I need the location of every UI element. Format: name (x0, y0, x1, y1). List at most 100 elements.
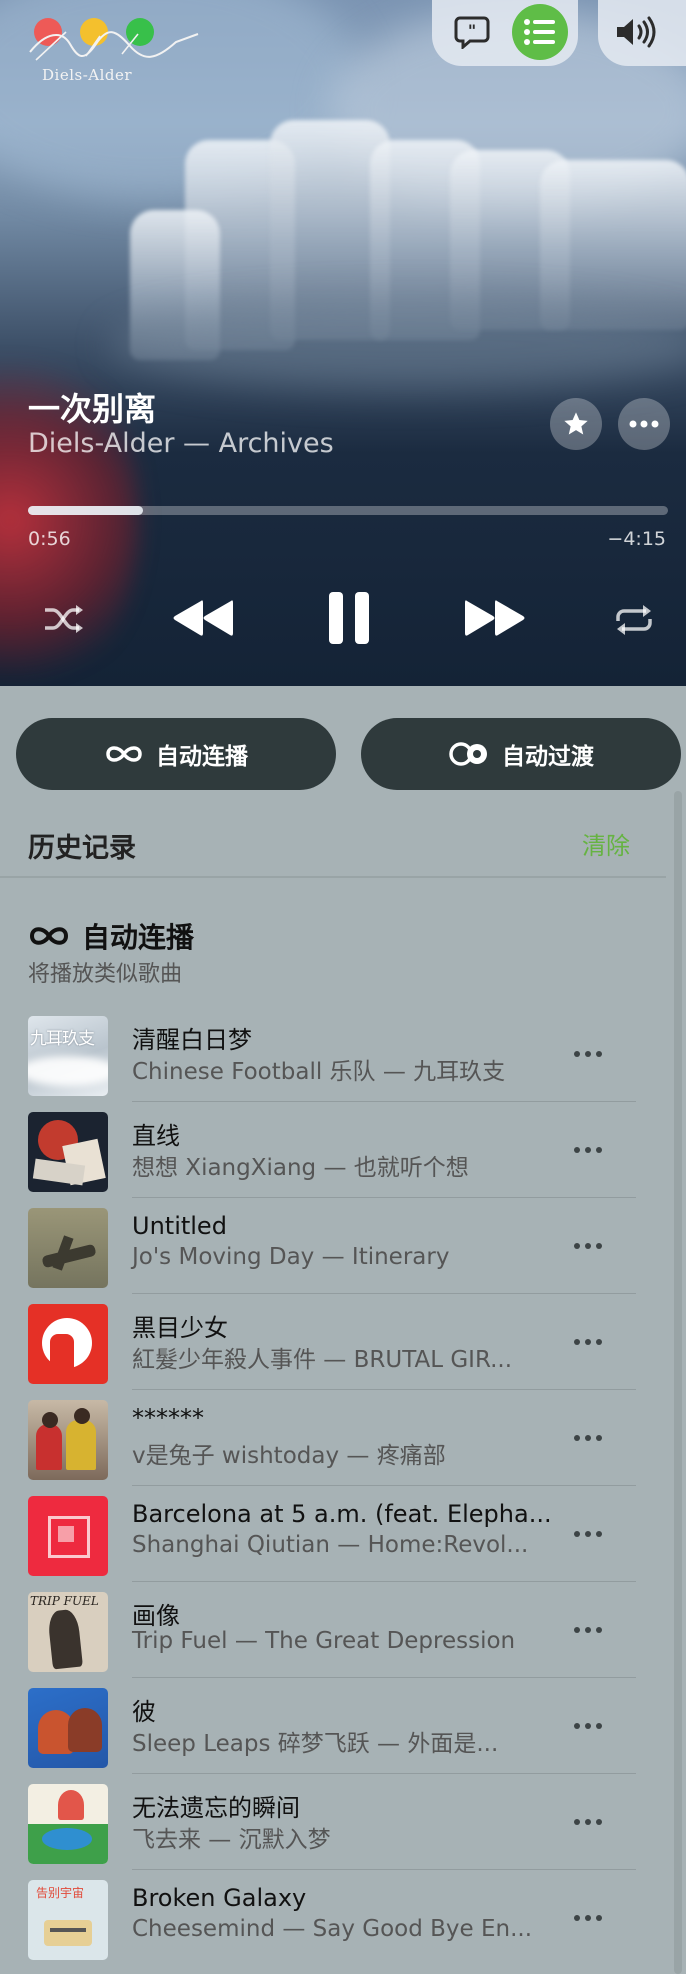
pause-icon (329, 592, 369, 644)
crossfade-toggle-button[interactable]: 自动过渡 (361, 718, 681, 790)
queue-row[interactable]: 无法遗忘的瞬间 飞去来 — 沉默入梦 (0, 1774, 686, 1870)
autoplay-section-title: 自动连播 (82, 921, 195, 954)
lyrics-bubble-icon: " (454, 16, 490, 49)
ellipsis-icon (574, 1339, 602, 1345)
track-artist-album: 飞去来 — 沉默入梦 (132, 1827, 331, 1853)
track-title: 画像 (132, 1602, 180, 1630)
track-more-button[interactable] (566, 1322, 610, 1362)
repeat-button[interactable] (606, 596, 662, 644)
track-artist-album: Jo's Moving Day — Itinerary (132, 1244, 450, 1270)
queue-row[interactable]: TRIP FUEL 画像 Trip Fuel — The Great Depre… (0, 1582, 686, 1678)
song-artist-album[interactable]: Diels-Alder — Archives (28, 428, 334, 459)
queue-row[interactable]: Barcelona at 5 a.m. (feat. Elepha... Sha… (0, 1486, 686, 1582)
ellipsis-icon (574, 1243, 602, 1249)
queue-button[interactable] (512, 4, 568, 60)
shuffle-button[interactable] (36, 594, 92, 644)
queue-row[interactable]: Untitled Jo's Moving Day — Itinerary (0, 1198, 686, 1294)
track-artist-album: Shanghai Qiutian — Home:Revol... (132, 1532, 529, 1558)
history-divider (0, 876, 666, 878)
track-artist-album: Cheesemind — Say Good Bye En... (132, 1916, 533, 1942)
album-thumbnail (28, 1304, 108, 1384)
toolbar-pill-right (598, 0, 686, 66)
album-thumbnail (28, 1208, 108, 1288)
queue-row[interactable]: 直线 想想 XiangXiang — 也就听个想 (0, 1102, 686, 1198)
track-title: 彼 (132, 1698, 156, 1726)
track-artist-album: 想想 XiangXiang — 也就听个想 (132, 1155, 469, 1181)
track-title: 清醒白日梦 (132, 1026, 252, 1054)
track-title: Untitled (132, 1212, 227, 1240)
previous-button[interactable] (166, 590, 238, 646)
clear-history-button[interactable]: 清除 (582, 826, 630, 861)
more-button[interactable] (618, 398, 670, 450)
forward-icon (465, 600, 525, 636)
track-more-button[interactable] (566, 1226, 610, 1266)
shuffle-icon (45, 605, 83, 633)
volume-button[interactable] (608, 4, 664, 60)
history-heading: 历史记录 (28, 833, 136, 864)
album-thumbnail: 九耳玖支 (28, 1016, 108, 1096)
queue-row[interactable]: 告别宇宙 Broken Galaxy Cheesemind — Say Good… (0, 1870, 686, 1966)
track-title: Barcelona at 5 a.m. (feat. Elepha... (132, 1500, 552, 1528)
ellipsis-icon (574, 1051, 602, 1057)
crossfade-icon (449, 742, 487, 766)
album-thumbnail (28, 1688, 108, 1768)
track-more-button[interactable] (566, 1802, 610, 1842)
backward-icon (173, 600, 233, 636)
track-more-button[interactable] (566, 1610, 610, 1650)
track-more-button[interactable] (566, 1898, 610, 1938)
ellipsis-icon (574, 1627, 602, 1633)
art-text: 九耳玖支 (30, 1029, 95, 1049)
song-title: 一次别离 (28, 390, 157, 428)
star-icon (564, 412, 588, 435)
ellipsis-icon (574, 1147, 602, 1153)
lyrics-button[interactable]: " (444, 4, 500, 60)
track-title: 黒目少女 (132, 1314, 228, 1342)
toolbar-pill-left: " (432, 0, 578, 66)
list-icon (524, 19, 555, 45)
elapsed-time: 0:56 (28, 528, 71, 550)
track-title: 无法遗忘的瞬间 (132, 1794, 300, 1822)
album-logo-scribble (29, 31, 199, 61)
svg-text:": " (468, 21, 476, 40)
ellipsis-icon (574, 1723, 602, 1729)
now-playing-panel: Diels-Alder " 一次别离 Diels-Alder — Archive… (0, 0, 686, 686)
track-artist-album: 紅髮少年殺人事件 — BRUTAL GIR... (132, 1347, 513, 1373)
autoplay-section-heading: 自动连播 (28, 916, 194, 956)
playback-progress-bar[interactable] (28, 506, 668, 515)
track-artist-album: Chinese Football 乐队 — 九耳玖支 (132, 1059, 506, 1085)
queue-row[interactable]: 黒目少女 紅髮少年殺人事件 — BRUTAL GIR... (0, 1294, 686, 1390)
track-more-button[interactable] (566, 1130, 610, 1170)
remaining-time: −4:15 (607, 528, 666, 550)
playback-progress-fill (28, 506, 144, 515)
favorite-button[interactable] (550, 398, 602, 450)
repeat-icon (616, 605, 652, 635)
queue-row[interactable]: ****** v是兔子 wishtoday — 疼痛部 (0, 1390, 686, 1486)
art-text: TRIP FUEL (30, 1594, 99, 1608)
track-more-button[interactable] (566, 1514, 610, 1554)
track-title: ****** (132, 1404, 204, 1432)
ellipsis-icon (574, 1435, 602, 1441)
track-more-button[interactable] (566, 1706, 610, 1746)
track-artist-album: v是兔子 wishtoday — 疼痛部 (132, 1443, 446, 1469)
ellipsis-icon (574, 1531, 602, 1537)
ellipsis-icon (574, 1915, 602, 1921)
track-artist-album: Sleep Leaps 碎梦飞跃 — 外面是... (132, 1731, 499, 1757)
ellipsis-icon (629, 420, 659, 428)
queue-panel: 自动连播 自动过渡 历史记录 清除 自动连播 将播放类似歌曲 九耳玖支 清醒白日… (0, 686, 686, 1974)
pause-button[interactable] (316, 584, 382, 652)
album-thumbnail: 告别宇宙 (28, 1880, 108, 1960)
art-text: 告别宇宙 (36, 1886, 85, 1900)
track-title: 直线 (132, 1122, 180, 1150)
queue-row[interactable]: 彼 Sleep Leaps 碎梦飞跃 — 外面是... (0, 1678, 686, 1774)
crossfade-toggle-label: 自动过渡 (502, 744, 594, 770)
track-more-button[interactable] (566, 1418, 610, 1458)
track-title: Broken Galaxy (132, 1884, 307, 1912)
album-thumbnail (28, 1400, 108, 1480)
track-more-button[interactable] (566, 1034, 610, 1074)
album-thumbnail: TRIP FUEL (28, 1592, 108, 1672)
queue-row[interactable]: 九耳玖支 清醒白日梦 Chinese Football 乐队 — 九耳玖支 (0, 1006, 686, 1102)
track-artist-album: Trip Fuel — The Great Depression (132, 1628, 516, 1654)
autoplay-toggle-button[interactable]: 自动连播 (16, 718, 336, 790)
infinity-icon (106, 746, 142, 762)
next-button[interactable] (460, 590, 532, 646)
